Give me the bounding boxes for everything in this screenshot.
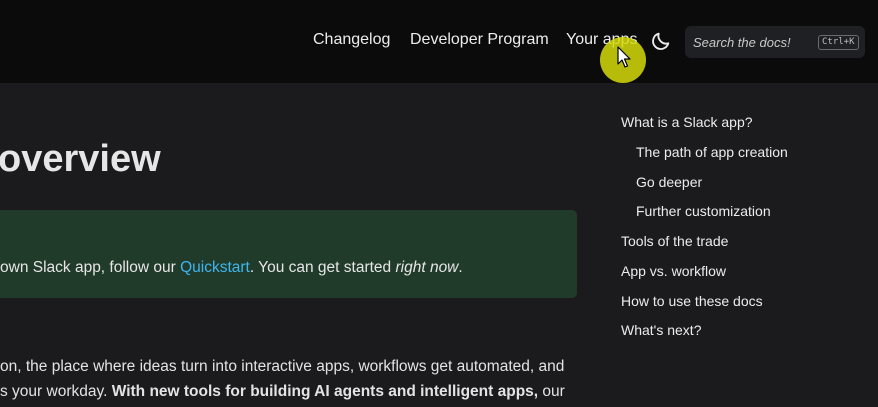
keyboard-shortcut-hint: Ctrl+K xyxy=(818,35,859,50)
quickstart-link[interactable]: Quickstart xyxy=(180,259,250,276)
toc-item-further-customization[interactable]: Further customization xyxy=(636,203,771,219)
top-navbar: Changelog Developer Program Your apps Ct… xyxy=(0,0,878,83)
toc-item-whats-next[interactable]: What's next? xyxy=(621,322,702,338)
toc-item-path-of-app-creation[interactable]: The path of app creation xyxy=(636,144,788,160)
toc-item-tools-of-the-trade[interactable]: Tools of the trade xyxy=(621,233,728,249)
page-title: overview xyxy=(0,138,161,180)
toc-item-app-vs-workflow[interactable]: App vs. workflow xyxy=(621,263,726,279)
body-bold-text: With new tools for building AI agents an… xyxy=(111,383,539,400)
tip-callout xyxy=(0,210,577,298)
tip-text-middle: . You can get started xyxy=(249,259,396,276)
tip-text-start: own Slack app, follow our xyxy=(0,259,181,276)
moon-icon xyxy=(652,32,670,50)
theme-toggle-button[interactable] xyxy=(650,30,672,52)
body-paragraph-line-2: s your workday. With new tools for build… xyxy=(0,383,565,401)
body-text: our xyxy=(538,383,565,400)
tip-text-end: . xyxy=(458,259,463,276)
tip-text: own Slack app, follow our Quickstart. Yo… xyxy=(0,259,463,277)
tip-text-emphasis: right now xyxy=(395,259,459,276)
toc-item-what-is-a-slack-app[interactable]: What is a Slack app? xyxy=(621,114,753,130)
body-paragraph-line-1: on, the place where ideas turn into inte… xyxy=(0,358,565,375)
mouse-pointer-icon xyxy=(617,46,631,68)
body-text: s your workday. xyxy=(0,383,112,400)
nav-link-changelog[interactable]: Changelog xyxy=(313,31,390,49)
toc-item-go-deeper[interactable]: Go deeper xyxy=(636,174,702,190)
nav-link-developer-program[interactable]: Developer Program xyxy=(410,31,549,49)
search-input[interactable] xyxy=(693,26,813,58)
toc-item-how-to-use-these-docs[interactable]: How to use these docs xyxy=(621,293,763,309)
search-box[interactable]: Ctrl+K xyxy=(685,26,865,58)
